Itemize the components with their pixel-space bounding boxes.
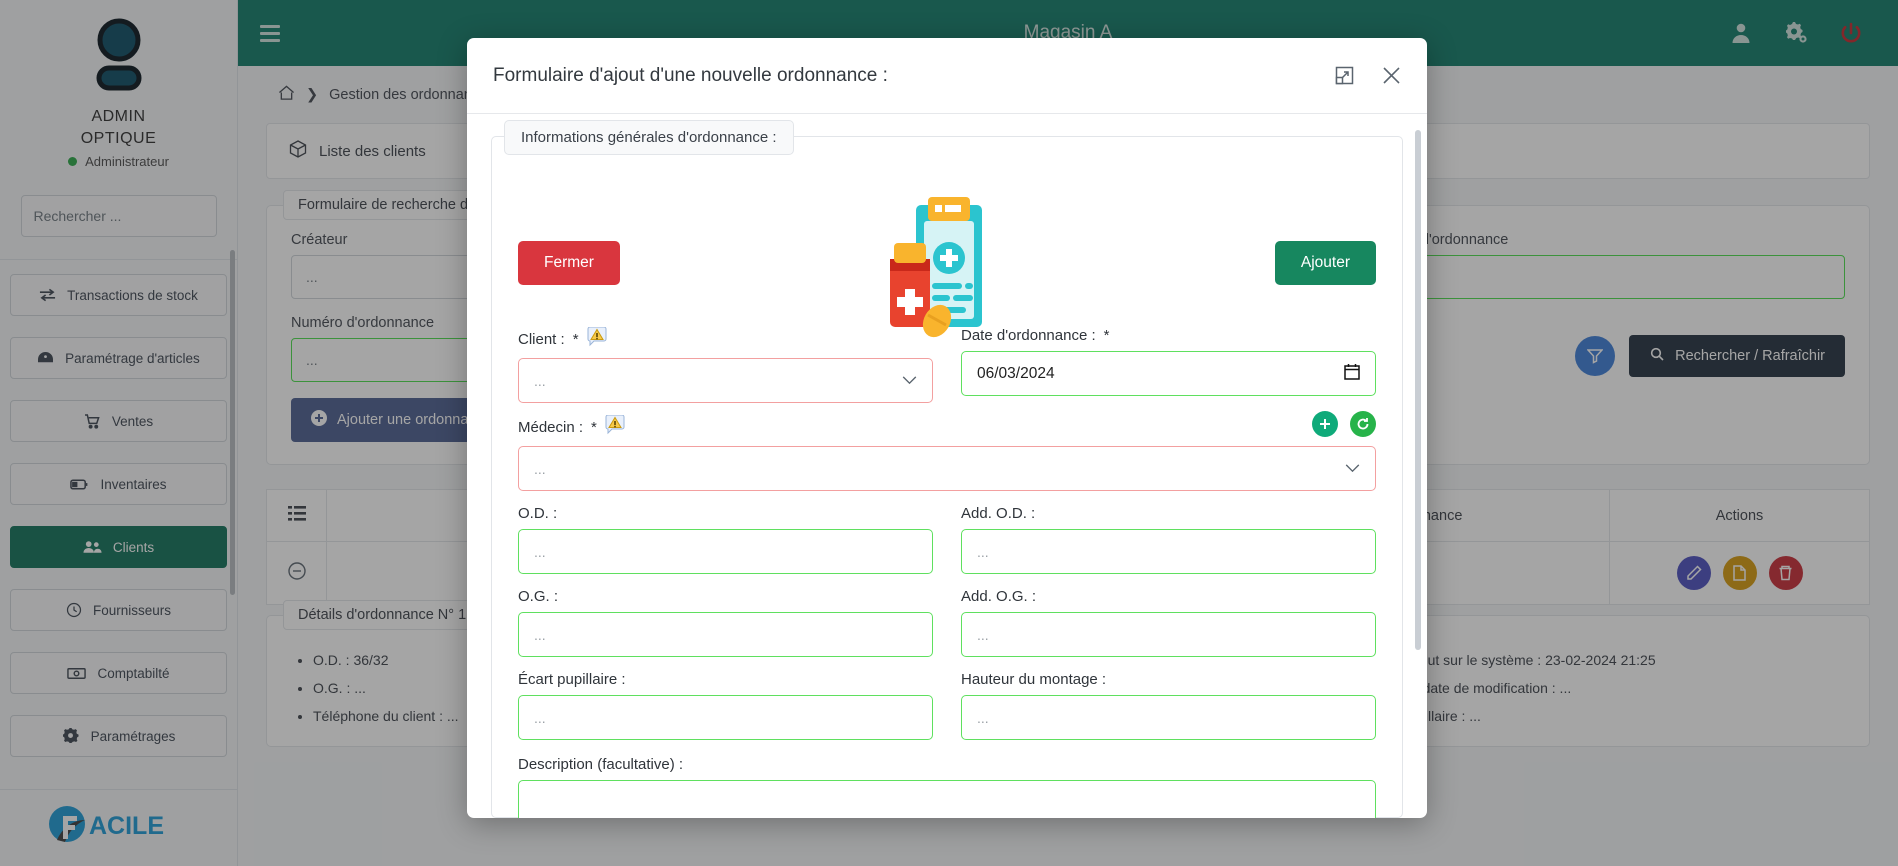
modal-client-label: Client : * xyxy=(518,327,933,351)
modal-header-actions xyxy=(1335,66,1401,85)
od-value: ... xyxy=(534,544,546,560)
date-value: 06/03/2024 xyxy=(977,365,1055,383)
modal-medecin-select[interactable]: ... xyxy=(518,446,1376,491)
modal-description-textarea[interactable] xyxy=(518,780,1376,818)
modal-od-input[interactable]: ... xyxy=(518,529,933,574)
modal-ecart-field: Écart pupillaire : ... xyxy=(518,671,933,740)
modal-header: Formulaire d'ajout d'une nouvelle ordonn… xyxy=(467,38,1427,114)
modal-add-og-label: Add. O.G. : xyxy=(961,588,1376,605)
row-od-addod: O.D. : ... Add. O.D. : ... xyxy=(518,505,1376,574)
modal-ecart-label: Écart pupillaire : xyxy=(518,671,933,688)
modal-add-og-field: Add. O.G. : ... xyxy=(961,588,1376,657)
close-modal-button[interactable]: Fermer xyxy=(518,241,620,285)
date-label-text: Date d'ordonnance : xyxy=(961,327,1096,344)
chevron-down-icon xyxy=(1345,461,1360,477)
modal-add-od-input[interactable]: ... xyxy=(961,529,1376,574)
modal-client-field: Client : * ... xyxy=(518,327,933,403)
add-od-value: ... xyxy=(977,544,989,560)
modal-add-od-label: Add. O.D. : xyxy=(961,505,1376,522)
add-og-value: ... xyxy=(977,627,989,643)
prescription-illustration-icon xyxy=(876,195,1018,347)
modal-od-field: O.D. : ... xyxy=(518,505,933,574)
warning-tooltip-icon xyxy=(605,415,628,439)
client-required-mark: * xyxy=(573,331,579,348)
calendar-icon[interactable] xyxy=(1344,363,1360,384)
medecin-value: ... xyxy=(534,461,546,477)
hauteur-value: ... xyxy=(977,710,989,726)
ecart-value: ... xyxy=(534,710,546,726)
submit-add-button[interactable]: Ajouter xyxy=(1275,241,1376,285)
modal-add-od-field: Add. O.D. : ... xyxy=(961,505,1376,574)
client-label-text: Client : xyxy=(518,331,565,348)
modal-ecart-input[interactable]: ... xyxy=(518,695,933,740)
modal-od-label: O.D. : xyxy=(518,505,933,522)
modal-date-field: Date d'ordonnance : * 06/03/2024 xyxy=(961,327,1376,403)
og-value: ... xyxy=(534,627,546,643)
modal-add-og-input[interactable]: ... xyxy=(961,612,1376,657)
modal-medecin-field: Médecin : * ... xyxy=(518,415,1376,491)
modal-description-label: Description (facultative) : xyxy=(518,756,1376,773)
modal-og-label: O.G. : xyxy=(518,588,933,605)
row-ecart-hauteur: Écart pupillaire : ... Hauteur du montag… xyxy=(518,671,1376,740)
medecin-label-text: Médecin : xyxy=(518,419,583,436)
warning-tooltip-icon xyxy=(587,327,610,351)
plus-icon xyxy=(1318,417,1332,431)
general-info-legend: Informations générales d'ordonnance : xyxy=(504,120,794,155)
modal-client-select[interactable]: ... xyxy=(518,358,933,403)
add-medecin-button[interactable] xyxy=(1312,411,1338,437)
general-info-fieldset: Informations générales d'ordonnance : xyxy=(491,136,1403,818)
modal-date-input[interactable]: 06/03/2024 xyxy=(961,351,1376,396)
modal-hauteur-label: Hauteur du montage : xyxy=(961,671,1376,688)
row-og-addog: O.G. : ... Add. O.G. : ... xyxy=(518,588,1376,657)
refresh-medecin-button[interactable] xyxy=(1350,411,1376,437)
modal-og-input[interactable]: ... xyxy=(518,612,933,657)
refresh-icon xyxy=(1356,417,1370,431)
date-required-mark: * xyxy=(1104,327,1110,344)
modal-title: Formulaire d'ajout d'une nouvelle ordonn… xyxy=(493,65,888,87)
modal-og-field: O.G. : ... xyxy=(518,588,933,657)
client-value: ... xyxy=(534,373,546,389)
add-ordonnance-modal: Formulaire d'ajout d'une nouvelle ordonn… xyxy=(467,38,1427,818)
modal-date-label: Date d'ordonnance : * xyxy=(961,327,1376,344)
modal-medecin-label: Médecin : * xyxy=(518,415,1376,439)
modal-body: Informations générales d'ordonnance : xyxy=(467,114,1427,818)
medecin-required-mark: * xyxy=(591,419,597,436)
modal-hauteur-input[interactable]: ... xyxy=(961,695,1376,740)
chevron-down-icon xyxy=(902,373,917,389)
modal-scrollbar[interactable] xyxy=(1415,130,1421,650)
close-icon[interactable] xyxy=(1382,66,1401,85)
maximize-icon[interactable] xyxy=(1335,66,1354,85)
modal-hauteur-field: Hauteur du montage : ... xyxy=(961,671,1376,740)
